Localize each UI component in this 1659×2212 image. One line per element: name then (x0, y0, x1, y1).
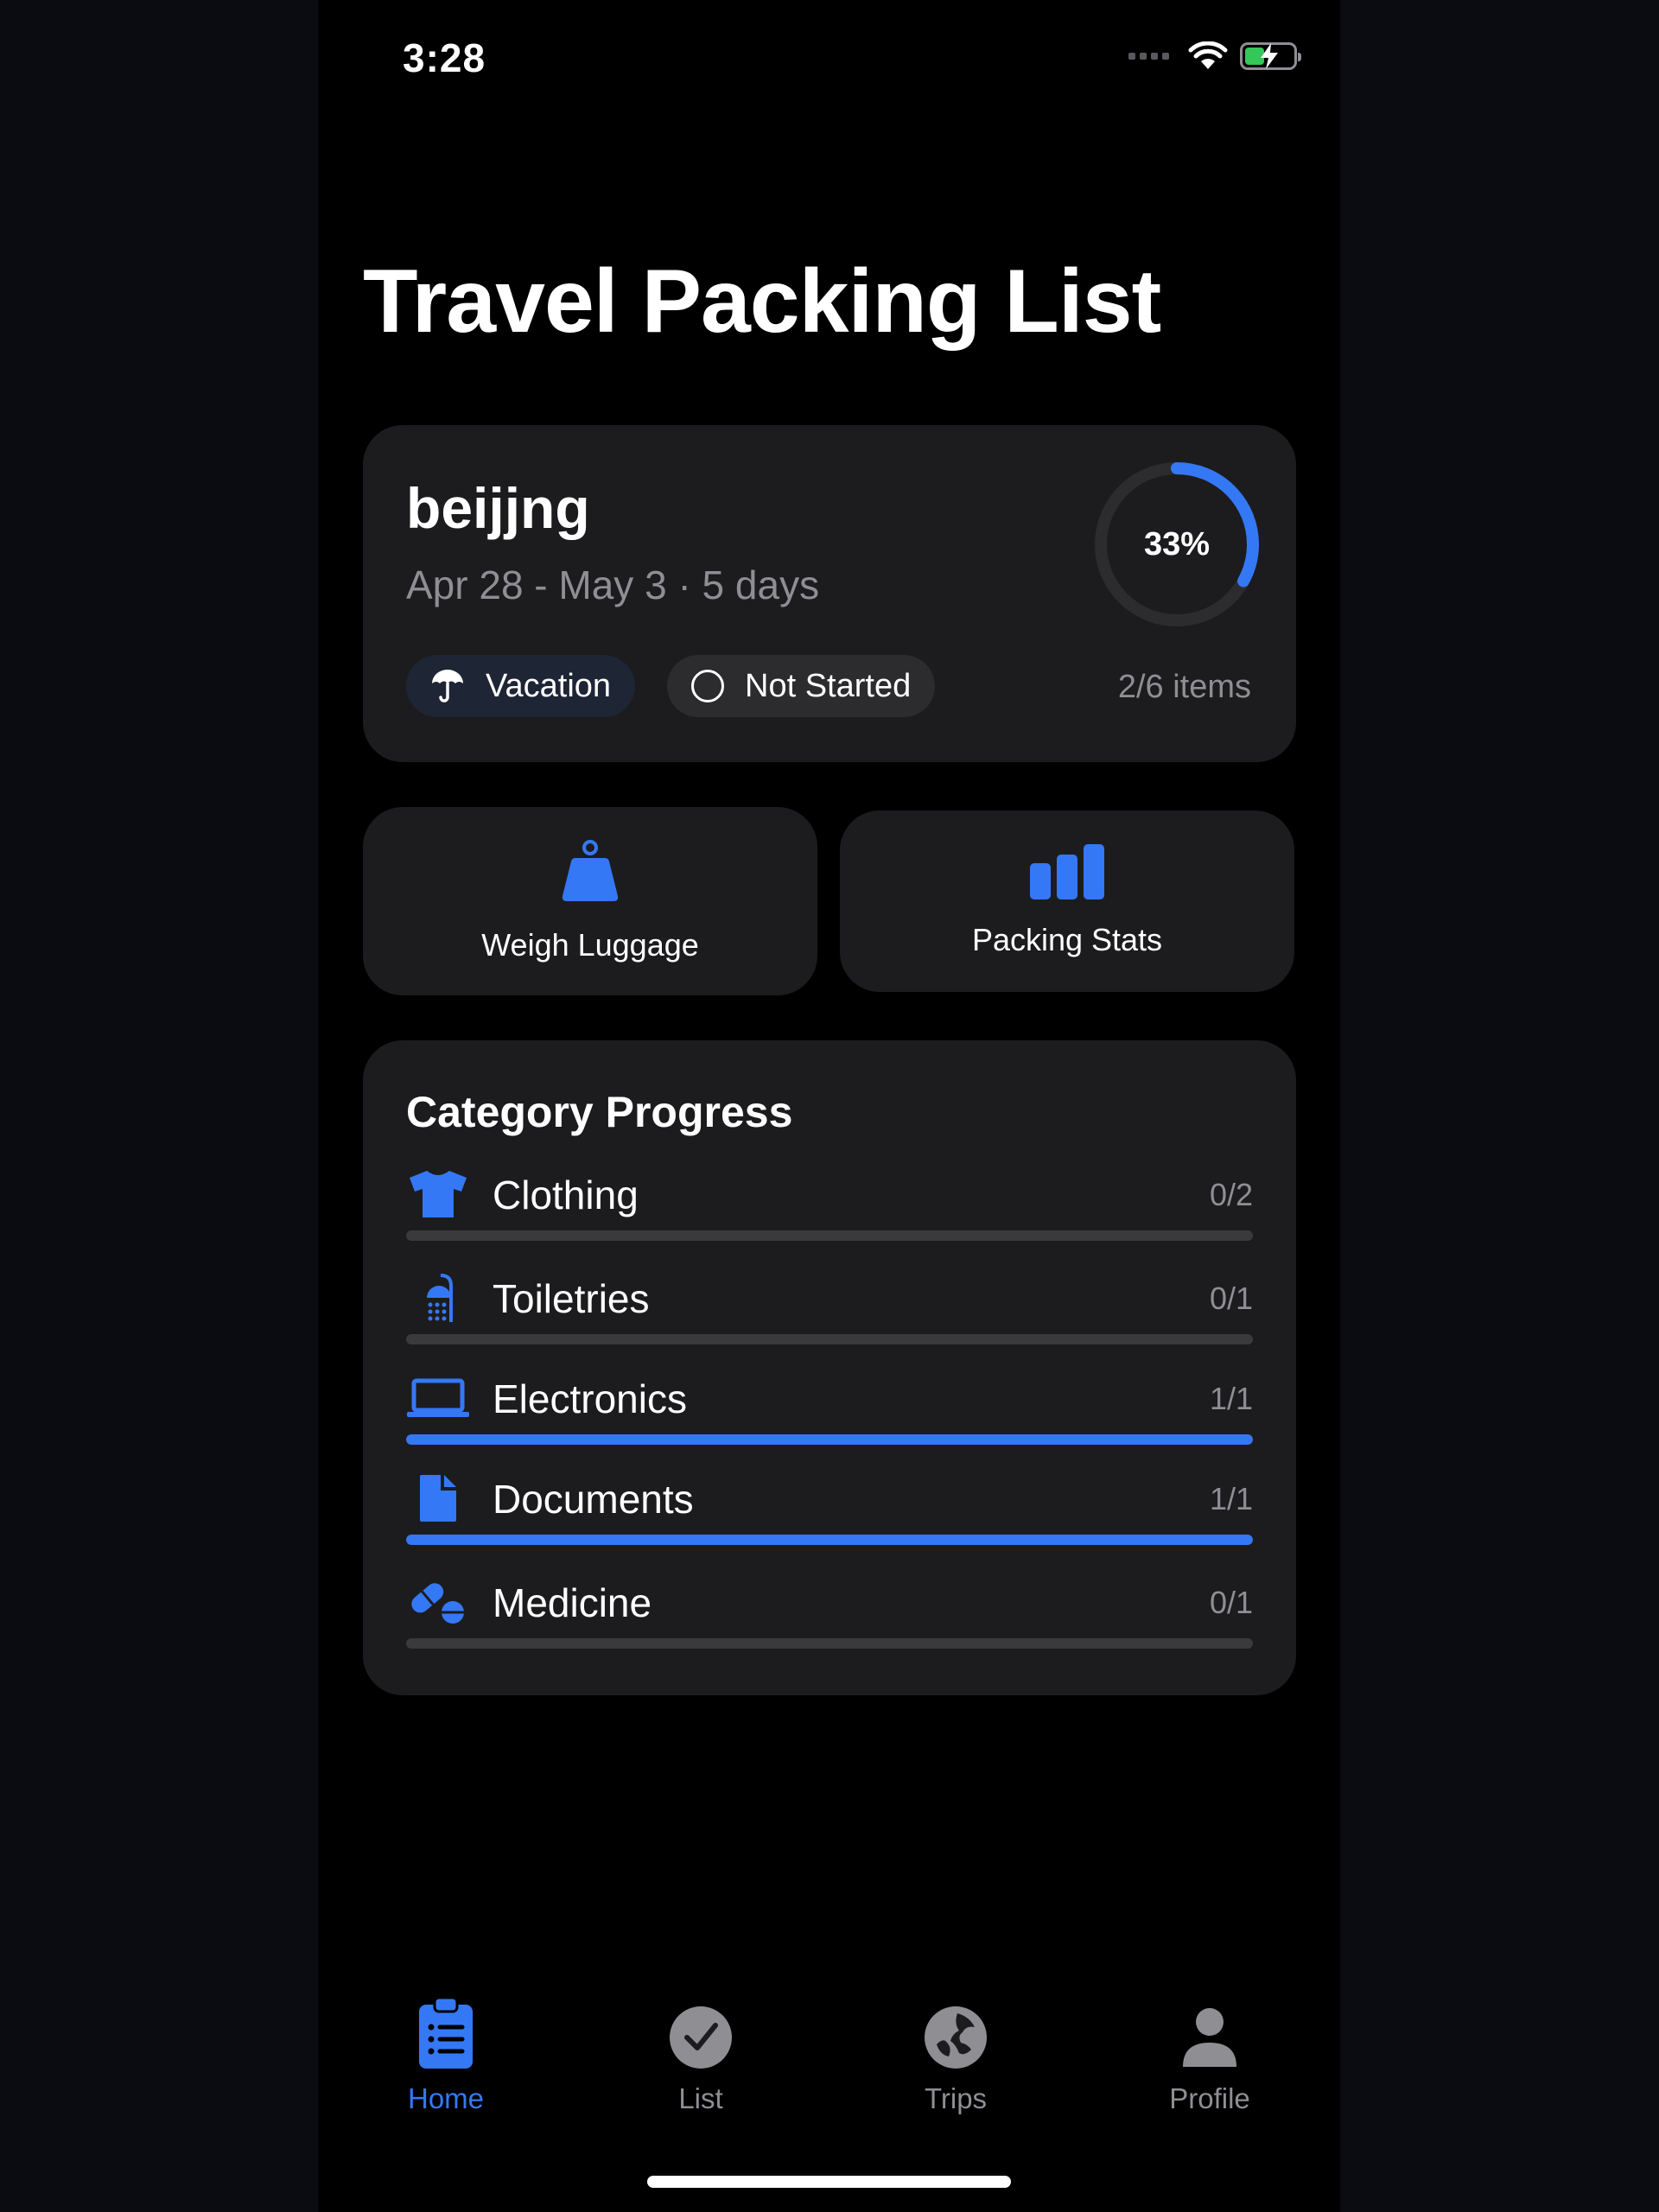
laptop-icon (406, 1370, 470, 1426)
category-count: 0/2 (1209, 1177, 1253, 1212)
person-icon (1183, 2008, 1236, 2067)
category-count: 0/1 (1209, 1281, 1253, 1316)
category-row-clothing[interactable]: Clothing 0/2 (406, 1166, 1253, 1253)
home-indicator (647, 2176, 1011, 2188)
umbrella-icon (432, 670, 463, 702)
tab-label: List (678, 2082, 723, 2114)
category-row-toiletries[interactable]: Toiletries 0/1 (406, 1270, 1253, 1357)
packing-stats-label: Packing Stats (971, 922, 1163, 957)
wifi-icon (1188, 41, 1228, 69)
category-name: Electronics (493, 1376, 687, 1421)
tab-label: Profile (1169, 2082, 1250, 2114)
category-progress-bar (406, 1230, 1253, 1241)
packing-stats-button[interactable]: Packing Stats (840, 810, 1294, 992)
tab-trips[interactable]: Trips (869, 1996, 1042, 2115)
trip-summary-card[interactable]: beijjng Apr 28 - May 3 · 5 days Vacation… (363, 425, 1296, 762)
globe-icon (925, 2006, 987, 2069)
weigh-luggage-button[interactable]: Weigh Luggage (363, 807, 817, 995)
bar-chart-icon (1030, 844, 1104, 899)
progress-percent: 33% (1143, 525, 1211, 563)
tab-label: Trips (924, 2082, 988, 2114)
category-progress-fill (406, 1535, 1253, 1545)
clipboard-icon (419, 1996, 473, 2069)
category-row-documents[interactable]: Documents 1/1 (406, 1471, 1253, 1557)
tab-label: Home (407, 2082, 485, 2114)
tshirt-icon (406, 1166, 470, 1222)
tab-profile[interactable]: Profile (1123, 1996, 1296, 2115)
trip-status-label: Not Started (745, 667, 912, 704)
status-time: 3:28 (403, 35, 486, 80)
category-count: 1/1 (1209, 1381, 1253, 1416)
progress-ring: 33% (1090, 458, 1263, 631)
category-count: 0/1 (1209, 1585, 1253, 1620)
tab-home[interactable]: Home (359, 1996, 532, 2115)
trip-type-label: Vacation (486, 667, 612, 704)
category-progress-bar (406, 1334, 1253, 1344)
category-progress-bar (406, 1535, 1253, 1545)
trip-type-badge: Vacation (406, 655, 636, 717)
category-progress-fill (406, 1434, 1253, 1445)
category-row-electronics[interactable]: Electronics 1/1 (406, 1370, 1253, 1457)
weigh-luggage-label: Weigh Luggage (481, 927, 699, 963)
category-progress-bar (406, 1434, 1253, 1445)
tab-list[interactable]: List (614, 1996, 787, 2115)
weight-icon (562, 840, 619, 901)
document-icon (406, 1471, 470, 1526)
category-progress-title: Category Progress (406, 1088, 793, 1136)
category-name: Medicine (493, 1580, 652, 1625)
cellular-signal-icon (1128, 53, 1169, 60)
category-name: Documents (493, 1477, 694, 1522)
category-row-medicine[interactable]: Medicine 0/1 (406, 1574, 1253, 1661)
trip-status-badge: Not Started (667, 655, 936, 717)
page-title: Travel Packing List (363, 251, 1161, 352)
category-count: 1/1 (1209, 1481, 1253, 1516)
pills-icon (406, 1574, 470, 1630)
category-name: Clothing (493, 1173, 639, 1217)
empty-circle-icon (691, 670, 724, 702)
status-icons (1128, 41, 1301, 71)
tab-bar: Home List Trips Profile (318, 1996, 1340, 2134)
items-count: 2/6 items (1117, 669, 1251, 705)
trip-dates: Apr 28 - May 3 · 5 days (406, 563, 820, 607)
battery-icon (1240, 42, 1301, 70)
trip-name: beijjng (406, 476, 590, 540)
category-progress-bar (406, 1638, 1253, 1649)
checkmark-circle-icon (670, 2006, 732, 2069)
category-progress-card: Category Progress Clothing 0/2 Toiletrie… (363, 1040, 1296, 1695)
category-name: Toiletries (493, 1276, 650, 1321)
shower-icon (406, 1270, 470, 1325)
phone-screen: 3:28 Travel Packing List beijjng Apr 28 … (318, 0, 1340, 2212)
